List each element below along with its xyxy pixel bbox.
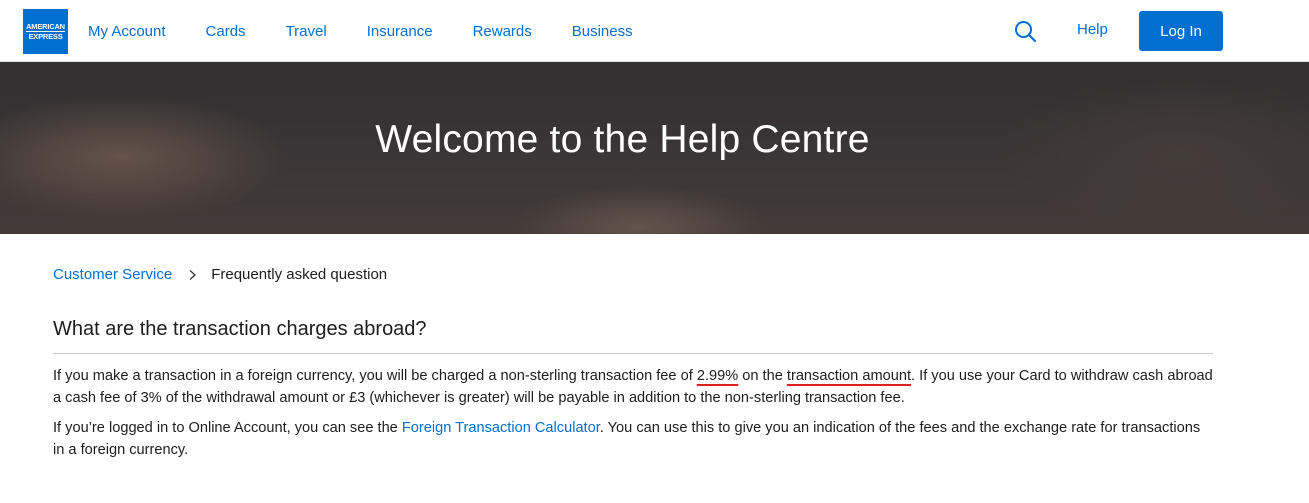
answer-text: If you make a transaction in a foreign c… — [53, 368, 697, 384]
nav-rewards[interactable]: Rewards — [473, 23, 532, 40]
login-button[interactable]: Log In — [1139, 11, 1223, 51]
site-header: AMERICAN EXPRESS My Account Cards Travel… — [0, 0, 1309, 62]
divider — [53, 353, 1213, 354]
breadcrumb-customer-service[interactable]: Customer Service — [53, 266, 172, 283]
logo-text-line2: EXPRESS — [28, 32, 63, 41]
logo-text-line1: AMERICAN — [26, 22, 65, 32]
amex-logo[interactable]: AMERICAN EXPRESS — [23, 9, 68, 54]
nav-business[interactable]: Business — [572, 23, 633, 40]
nav-cards[interactable]: Cards — [206, 23, 246, 40]
breadcrumb-current: Frequently asked question — [211, 266, 388, 283]
help-link[interactable]: Help — [1077, 21, 1108, 38]
transaction-amount-highlight: transaction amount — [786, 368, 912, 384]
hero-title: Welcome to the Help Centre — [375, 118, 870, 161]
main-nav: My Account Cards Travel Insurance Reward… — [88, 0, 673, 62]
nav-my-account[interactable]: My Account — [88, 23, 166, 40]
chevron-right-icon — [186, 268, 198, 282]
fee-rate-highlight: 2.99% — [696, 368, 739, 384]
search-icon[interactable] — [1013, 19, 1039, 45]
faq-question: What are the transaction charges abroad? — [53, 318, 427, 340]
breadcrumb: Customer Service Frequently asked questi… — [53, 266, 387, 283]
foreign-transaction-calculator-link[interactable]: Foreign Transaction Calculator — [402, 420, 600, 436]
answer-text: If you’re logged in to Online Account, y… — [53, 420, 402, 436]
nav-travel[interactable]: Travel — [286, 23, 327, 40]
faq-answer-paragraph-2: If you’re logged in to Online Account, y… — [53, 417, 1213, 461]
faq-answer-paragraph-1: If you make a transaction in a foreign c… — [53, 365, 1213, 409]
nav-insurance[interactable]: Insurance — [367, 23, 433, 40]
answer-text: on the — [738, 368, 787, 384]
hero-banner: Welcome to the Help Centre — [0, 62, 1309, 234]
